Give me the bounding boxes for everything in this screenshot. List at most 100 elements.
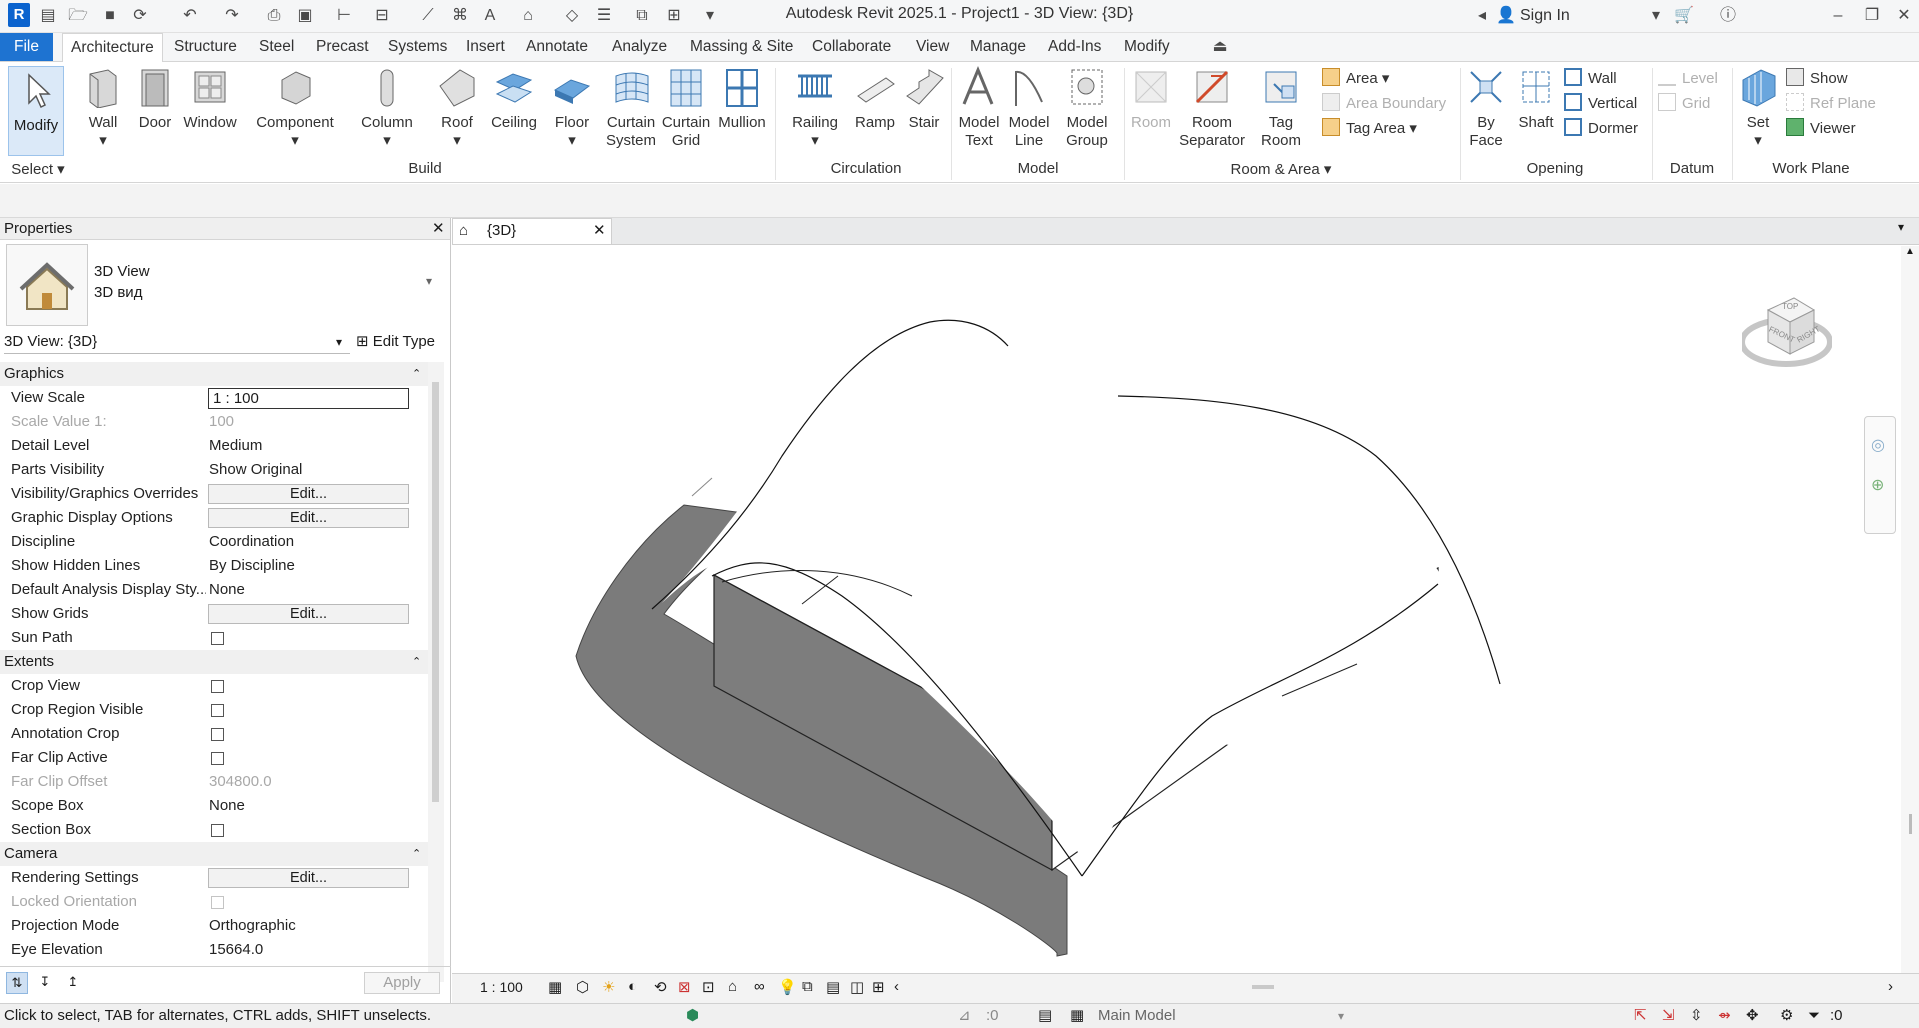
prop-scope-box[interactable]: Scope Box None — [0, 794, 428, 818]
visual-style-icon[interactable]: ⬡ — [576, 978, 589, 996]
edit-type-button[interactable]: ⊞ Edit Type — [356, 330, 435, 354]
customize-qat-icon[interactable]: ▾ — [700, 6, 720, 26]
model-icon[interactable]: ▦ — [1070, 1004, 1084, 1028]
show-crop-icon[interactable]: ⊡ — [702, 978, 715, 996]
tab-massing-site[interactable]: Massing & Site — [682, 33, 801, 61]
viewer-button[interactable]: Viewer — [1786, 118, 1856, 140]
wall-opening-button[interactable]: Wall — [1564, 68, 1617, 90]
minimize-icon[interactable]: – — [1828, 6, 1848, 26]
tab-view[interactable]: View — [908, 33, 957, 61]
sort-categorized-icon[interactable]: ⇅ — [6, 972, 28, 994]
tab-collaborate[interactable]: Collaborate — [804, 33, 899, 61]
text-icon[interactable]: ⌘ — [450, 6, 470, 26]
prop-detail-level[interactable]: Detail Level Medium — [0, 434, 428, 458]
constraints-icon[interactable]: ⊞ — [872, 978, 885, 996]
curtain-grid-button[interactable]: Curtain Grid — [660, 66, 712, 150]
prop-analysis-display[interactable]: Default Analysis Display Sty... None — [0, 578, 428, 602]
section-box-checkbox[interactable] — [211, 824, 224, 837]
room-area-group-label[interactable]: Room & Area ▾ — [1126, 160, 1436, 178]
view-tab-3d[interactable]: ⌂ {3D} ✕ — [452, 218, 612, 244]
tab-menu-icon[interactable]: ▾ — [1898, 220, 1904, 234]
tab-steel[interactable]: Steel — [251, 33, 302, 61]
sun-path-icon[interactable]: ☀ — [602, 978, 615, 996]
sort-descending-icon[interactable]: ↥ — [62, 972, 84, 994]
drag-elements-icon[interactable]: ✥ — [1746, 1004, 1759, 1028]
area-boundary-button[interactable]: Area Boundary — [1322, 93, 1446, 115]
far-clip-checkbox[interactable] — [211, 752, 224, 765]
railing-button[interactable]: Railing ▾ — [786, 66, 844, 150]
save-icon[interactable]: ■ — [100, 6, 120, 26]
tab-insert[interactable]: Insert — [458, 33, 513, 61]
model-text-button[interactable]: Model Text — [956, 66, 1002, 150]
view-cube-top[interactable]: TOP — [1782, 302, 1798, 311]
select-by-face-icon[interactable]: ⇴ — [1718, 1004, 1731, 1028]
hscroll-left-icon[interactable]: ‹ — [894, 978, 899, 995]
tag-room-button[interactable]: Tag Room — [1256, 66, 1306, 150]
tab-analyze[interactable]: Analyze — [604, 33, 675, 61]
prop-view-scale[interactable]: View Scale 1 : 100 — [0, 386, 428, 410]
scroll-up-icon[interactable]: ▲ — [1905, 246, 1915, 257]
wall-button[interactable]: Wall ▾ — [80, 66, 126, 150]
background-process-icon[interactable]: ⚙ — [1780, 1004, 1793, 1028]
tab-precast[interactable]: Precast — [308, 33, 377, 61]
3d-view-icon[interactable]: ⌂ — [518, 6, 538, 26]
render-icon[interactable]: ⟲ — [654, 978, 667, 996]
curtain-system-button[interactable]: Curtain System — [602, 66, 660, 150]
editable-icon[interactable]: ⊿ — [958, 1004, 971, 1028]
tab-file[interactable]: File — [0, 33, 53, 61]
mullion-button[interactable]: Mullion — [714, 66, 770, 132]
shaft-button[interactable]: Shaft — [1512, 66, 1560, 132]
cart-icon[interactable]: 🛒 — [1674, 6, 1694, 26]
select-links-icon[interactable]: ⇱ — [1634, 1004, 1647, 1028]
close-icon[interactable]: ✕ — [432, 218, 445, 240]
tag-icon[interactable]: ⟋ — [418, 6, 438, 26]
dormer-button[interactable]: Dormer — [1564, 118, 1638, 140]
scale-display[interactable]: 1 : 100 — [480, 979, 523, 995]
model-line-button[interactable]: Model Line — [1006, 66, 1052, 150]
crop-view-icon[interactable]: ⊠ — [678, 978, 691, 996]
worksharing-icon[interactable]: ⧉ — [802, 978, 813, 995]
stair-button[interactable]: Stair — [902, 66, 946, 132]
category-camera[interactable]: Camera ⌃ — [0, 842, 428, 866]
tab-add-ins[interactable]: Add-Ins — [1040, 33, 1109, 61]
set-workplane-button[interactable]: Set ▾ — [1736, 66, 1780, 150]
render-edit-button[interactable]: Edit... — [208, 868, 409, 888]
revit-logo[interactable]: R — [8, 3, 30, 27]
view-cube[interactable]: TOP FRONT RIGHT — [1739, 290, 1833, 370]
info-center-left-icon[interactable]: ◂ — [1472, 6, 1492, 26]
shadows-icon[interactable]: ◐ — [628, 978, 637, 995]
active-model[interactable]: Main Model — [1098, 1004, 1176, 1028]
switch-windows-icon[interactable]: ⊞ — [664, 6, 684, 26]
prop-parts-visibility[interactable]: Parts Visibility Show Original — [0, 458, 428, 482]
select-dropdown[interactable]: Select ▾ — [8, 160, 68, 178]
properties-scrollbar[interactable] — [428, 362, 444, 982]
prop-eye-elevation[interactable]: Eye Elevation 15664.0 — [0, 938, 428, 962]
category-extents[interactable]: Extents ⌃ — [0, 650, 428, 674]
sort-ascending-icon[interactable]: ↧ — [34, 972, 56, 994]
detail-level-icon[interactable]: ▦ — [548, 978, 562, 996]
column-button[interactable]: Column ▾ — [358, 66, 416, 150]
level-button[interactable]: Level — [1658, 68, 1718, 90]
door-button[interactable]: Door — [133, 66, 177, 132]
model-group-button[interactable]: Model Group — [1062, 66, 1112, 150]
text-a-icon[interactable]: A — [480, 6, 500, 26]
measure-icon[interactable]: ⊢ — [334, 6, 354, 26]
model-geometry[interactable] — [452, 246, 1892, 972]
ribbon-minimize-icon[interactable]: ⏏ — [1210, 37, 1230, 57]
sun-path-checkbox[interactable] — [211, 632, 224, 645]
analytical-model-icon[interactable]: ▤ — [826, 978, 840, 996]
area-button[interactable]: Area ▾ — [1322, 68, 1389, 90]
restore-icon[interactable]: ❐ — [1862, 6, 1882, 26]
tab-modify[interactable]: Modify — [1116, 33, 1178, 61]
show-workplane-button[interactable]: Show — [1786, 68, 1848, 90]
export-icon[interactable]: ▣ — [295, 6, 315, 26]
apply-button[interactable]: Apply — [364, 972, 440, 994]
close-window-icon[interactable]: ✕ — [1894, 6, 1914, 26]
crop-view-checkbox[interactable] — [211, 680, 224, 693]
view-3d-canvas[interactable]: ⌂ {3D} ✕ ▾ TOP FRONT RIGHT ◎ ⊕ ▲ 1: 100… — [452, 218, 1919, 1008]
room-separator-button[interactable]: Room Separator — [1176, 66, 1248, 150]
close-views-icon[interactable]: ⧉ — [632, 6, 652, 26]
steering-wheel-icon[interactable]: ◎ — [1871, 435, 1885, 455]
model-dropdown-icon[interactable]: ▾ — [1338, 1004, 1344, 1028]
tag-area-button[interactable]: Tag Area ▾ — [1322, 118, 1417, 140]
